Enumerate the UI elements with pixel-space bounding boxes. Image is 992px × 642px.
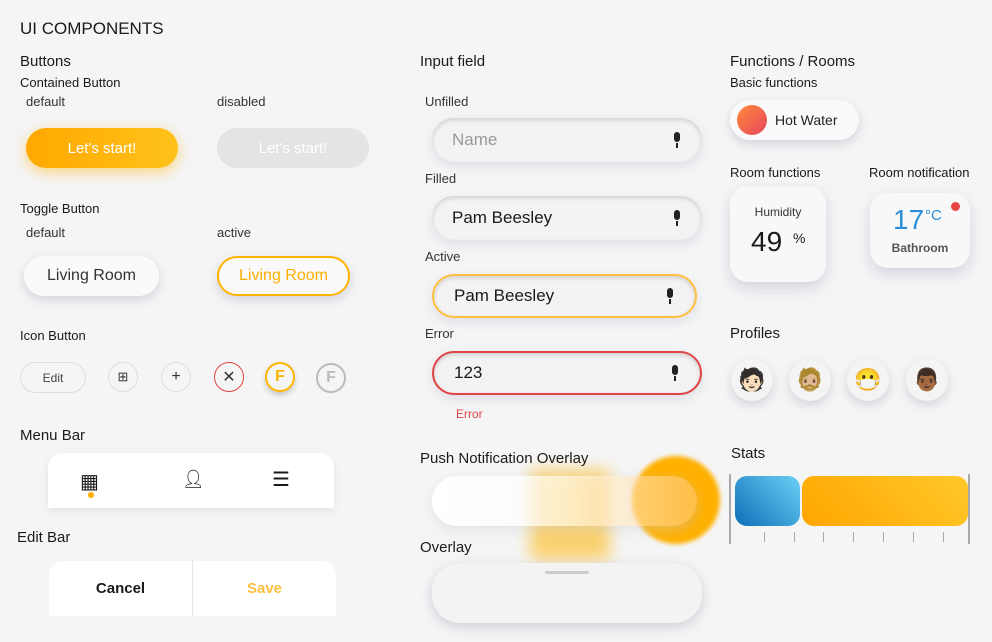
humidity-value: 49 (751, 226, 783, 257)
temperature-card[interactable]: 17 °C Bathroom (870, 193, 970, 268)
stats-bar-orange (802, 476, 968, 526)
functions-heading: Functions / Rooms (730, 53, 856, 70)
active-dot (88, 492, 94, 498)
mic-icon[interactable] (672, 210, 682, 226)
humidity-label: Humidity (754, 205, 802, 219)
hot-water-icon (737, 105, 767, 135)
stats-tick (763, 532, 765, 542)
mic-icon[interactable] (665, 288, 675, 304)
stats-tick (912, 532, 914, 542)
toggle-living-room-active[interactable]: Living Room (217, 256, 350, 296)
edit-button[interactable]: Edit (20, 362, 86, 393)
icon-button-heading: Icon Button (20, 328, 86, 343)
overlay-heading: Overlay (420, 539, 472, 556)
push-heading: Push Notification Overlay (420, 450, 589, 467)
edit-bar: Cancel Save (49, 561, 336, 616)
menu-icon[interactable]: ☰ (272, 467, 290, 492)
edit-bar-heading: Edit Bar (17, 529, 71, 546)
error-value: 123 (454, 363, 483, 382)
room-notification-heading: Room notification (869, 165, 970, 180)
name-input-unfilled[interactable]: Name (432, 118, 702, 162)
disabled-label: disabled (217, 94, 266, 109)
profiles-heading: Profiles (730, 325, 781, 342)
input-error[interactable]: 123 (432, 351, 702, 395)
hot-water-label: Hot Water (775, 112, 838, 128)
room-functions-heading: Room functions (730, 165, 821, 180)
plus-icon: + (171, 368, 181, 385)
menu-bar: ▦ 👤︎ ☰ (48, 453, 334, 508)
humidity-card[interactable]: Humidity 49 % (730, 186, 826, 282)
user-icon[interactable]: 👤︎ (182, 469, 205, 490)
temp-value: 17 (893, 204, 925, 235)
start-button[interactable]: Let's start! (26, 128, 178, 168)
contained-heading: Contained Button (20, 75, 121, 90)
stats-tick (853, 532, 855, 542)
avatar[interactable]: 🧔🏼 (789, 359, 831, 401)
stats-tick (942, 532, 944, 542)
toggle-default-label: default (26, 225, 66, 240)
toggle-living-room[interactable]: Living Room (24, 256, 159, 296)
grid-plus-icon: ⊞ (117, 369, 129, 384)
push-notification[interactable] (432, 476, 697, 526)
temp-unit: °C (925, 207, 942, 224)
humidity-unit: % (793, 230, 806, 246)
name-value: Pam Beesley (454, 286, 555, 305)
mic-icon[interactable] (672, 132, 682, 148)
stats-axis-left (729, 474, 731, 544)
page-title: UI COMPONENTS (20, 19, 164, 38)
name-placeholder: Name (452, 130, 498, 149)
stats-tick (793, 532, 795, 542)
notification-dot (951, 202, 960, 211)
save-button[interactable]: Save (193, 561, 336, 616)
input-heading: Input field (420, 53, 486, 70)
name-input-active[interactable]: Pam Beesley (432, 274, 697, 318)
close-button[interactable]: ✕ (214, 362, 244, 392)
avatar[interactable]: 🧑🏻 (731, 359, 773, 401)
f-button-disabled: F (316, 363, 346, 393)
stats-heading: Stats (731, 445, 766, 462)
stats-bar-blue (735, 476, 800, 526)
filled-label: Filled (425, 171, 457, 186)
basic-heading: Basic functions (730, 75, 818, 90)
mic-icon[interactable] (670, 365, 680, 381)
name-value: Pam Beesley (452, 208, 553, 227)
drag-handle[interactable] (545, 571, 589, 574)
dashboard-icon[interactable]: ▦ (80, 469, 99, 494)
menu-bar-heading: Menu Bar (20, 427, 86, 444)
room-label: Bathroom (891, 241, 949, 255)
avatar[interactable]: 😷 (847, 359, 889, 401)
hot-water-button[interactable]: Hot Water (730, 100, 859, 140)
active-label: Active (425, 249, 461, 264)
toggle-heading: Toggle Button (20, 201, 100, 216)
cancel-button[interactable]: Cancel (49, 561, 193, 616)
unfilled-label: Unfilled (425, 94, 469, 109)
stats-tick (823, 532, 825, 542)
toggle-active-label: active (217, 225, 251, 240)
name-input-filled[interactable]: Pam Beesley (432, 196, 702, 240)
default-label: default (26, 94, 66, 109)
stats-tick (883, 532, 884, 542)
error-label: Error (425, 326, 454, 341)
overlay[interactable] (432, 563, 702, 623)
buttons-heading: Buttons (20, 53, 71, 70)
add-grid-button[interactable]: ⊞ (108, 362, 138, 392)
avatar[interactable]: 👨🏾 (906, 359, 948, 401)
stats-axis-right (968, 474, 970, 544)
start-button-disabled: Let's start! (217, 128, 369, 168)
add-button[interactable]: + (161, 362, 191, 392)
close-icon: ✕ (222, 369, 236, 386)
error-message: Error (456, 407, 483, 421)
f-button-active[interactable]: F (265, 362, 295, 392)
